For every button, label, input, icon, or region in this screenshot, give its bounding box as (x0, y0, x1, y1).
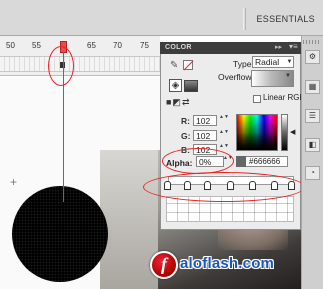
collapse-icon[interactable]: ▸▸ (275, 43, 282, 51)
brightness-slider-arrow-icon[interactable]: ◀ (290, 128, 295, 136)
red-input[interactable]: 102 (193, 115, 217, 126)
color-panel-tab[interactable]: COLOR (165, 44, 192, 51)
timeline-ruler[interactable]: 50 55 60 65 70 75 (0, 41, 160, 55)
watermark-text: aloflash.com (180, 255, 275, 272)
tick-label: 50 (6, 41, 15, 50)
timeline-frames[interactable] (0, 56, 160, 72)
tick-label: 55 (32, 41, 41, 50)
color-spectrum-picker[interactable] (236, 114, 278, 151)
paint-bucket-icon[interactable]: ◈ (169, 79, 182, 92)
circle-shape[interactable] (12, 186, 108, 282)
highlight-circle-playhead (48, 46, 74, 86)
tick-label: 75 (140, 41, 149, 50)
registration-crosshair-icon: + (10, 175, 18, 189)
tick-label: 70 (113, 41, 122, 50)
hex-color-swatch (236, 156, 246, 167)
stroke-color-swatch[interactable] (183, 60, 193, 70)
chevron-down-icon[interactable]: ▼ (285, 57, 294, 67)
align-panel-button[interactable]: ☰ (305, 109, 320, 123)
aloflash-logo: f (150, 251, 178, 279)
transform-panel-button[interactable]: ◧ (305, 138, 320, 152)
highlight-circle-alpha (162, 148, 234, 174)
type-label: Type: (233, 59, 254, 69)
red-stepper[interactable]: ▲▼ (219, 115, 229, 126)
dock-grip[interactable] (303, 40, 321, 44)
fill-color-swatch[interactable] (184, 80, 198, 92)
tick-label: 65 (87, 41, 96, 50)
green-label: G: (181, 131, 191, 141)
panel-menu-icon[interactable]: ▾≡ (289, 42, 298, 51)
green-stepper[interactable]: ▲▼ (219, 130, 229, 141)
linear-rgb-label: Linear RGB (263, 93, 305, 102)
workspace-switcher[interactable]: ESSENTIALS (243, 8, 323, 30)
right-dock (301, 36, 323, 289)
red-label: R: (181, 116, 190, 126)
library-panel-button[interactable]: ▦ (305, 80, 320, 94)
properties-panel-button[interactable]: ⚙ (305, 50, 320, 64)
swap-colors-icon[interactable]: ■◩⇄ (166, 97, 190, 108)
brightness-slider[interactable] (281, 114, 288, 151)
chevron-down-icon[interactable]: ▼ (285, 73, 291, 79)
motion-presets-button[interactable]: ◔ (305, 166, 320, 180)
overflow-label: Overflow: (218, 72, 254, 82)
pencil-icon[interactable]: ✎ (170, 60, 178, 71)
green-input[interactable]: 102 (193, 130, 217, 141)
highlight-circle-stops (143, 172, 305, 202)
linear-rgb-checkbox[interactable] (253, 95, 261, 103)
